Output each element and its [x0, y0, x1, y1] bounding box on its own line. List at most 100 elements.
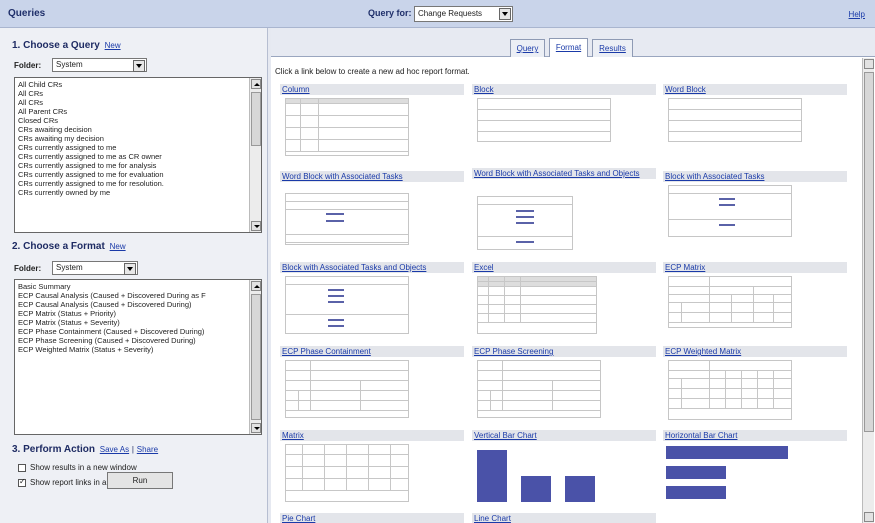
- help-link[interactable]: Help: [849, 10, 865, 19]
- list-item[interactable]: All Parent CRs: [15, 107, 261, 116]
- show-report-links-checkbox[interactable]: [18, 477, 26, 487]
- list-item[interactable]: CRs currently assigned to me as CR owner: [15, 152, 261, 161]
- list-item[interactable]: All CRs: [15, 89, 261, 98]
- format-link[interactable]: Word Block with Associated Tasks: [280, 171, 464, 182]
- run-button[interactable]: Run: [107, 472, 173, 489]
- list-item[interactable]: CRs awaiting my decision: [15, 134, 261, 143]
- scroll-thumb[interactable]: [251, 92, 261, 146]
- show-results-new-window-option[interactable]: Show results in a new window: [18, 463, 137, 472]
- new-format-link[interactable]: New: [110, 242, 126, 251]
- format-card-horizontal-bar-chart[interactable]: Horizontal Bar Chart: [663, 430, 847, 512]
- section-choose-query: 1. Choose a Query New: [12, 40, 121, 51]
- format-card-word-block[interactable]: Word Block: [663, 84, 847, 162]
- list-item[interactable]: ECP Phase Screening (Caused + Discovered…: [15, 336, 261, 345]
- format-card-word-block-tasks-objects[interactable]: Word Block with Associated Tasks and Obj…: [472, 168, 656, 256]
- format-card-ecp-weighted-matrix[interactable]: ECP Weighted Matrix: [663, 346, 847, 426]
- format-link[interactable]: Vertical Bar Chart: [472, 430, 656, 441]
- format-card-line-chart[interactable]: Line Chart: [472, 513, 656, 523]
- format-link[interactable]: Horizontal Bar Chart: [663, 430, 847, 441]
- save-as-link[interactable]: Save As: [100, 445, 129, 454]
- share-link[interactable]: Share: [137, 445, 158, 454]
- matrix-preview: [285, 444, 409, 502]
- query-list-scrollbar[interactable]: [249, 78, 261, 232]
- format-card-block-tasks-objects[interactable]: Block with Associated Tasks and Objects: [280, 262, 464, 342]
- format-link[interactable]: Matrix: [280, 430, 464, 441]
- format-list-scrollbar[interactable]: [249, 280, 261, 434]
- format-link[interactable]: ECP Phase Screening: [472, 346, 656, 357]
- format-card-word-block-tasks[interactable]: Word Block with Associated Tasks: [280, 171, 464, 256]
- ecp-matrix-preview: [668, 276, 792, 328]
- format-card-ecp-phase-containment[interactable]: ECP Phase Containment: [280, 346, 464, 426]
- tab-format[interactable]: Format: [549, 38, 588, 57]
- list-item[interactable]: CRs currently assigned to me for resolut…: [15, 179, 261, 188]
- list-item[interactable]: All Child CRs: [15, 80, 261, 89]
- query-folder-select[interactable]: System: [52, 58, 147, 72]
- format-link[interactable]: Word Block: [663, 84, 847, 95]
- format-link[interactable]: Excel: [472, 262, 656, 273]
- format-link[interactable]: ECP Weighted Matrix: [663, 346, 847, 357]
- main-scrollbar[interactable]: [862, 58, 874, 523]
- format-card-matrix[interactable]: Matrix: [280, 430, 464, 512]
- list-item[interactable]: ECP Causal Analysis (Caused + Discovered…: [15, 300, 261, 309]
- list-item[interactable]: ECP Phase Containment (Caused + Discover…: [15, 327, 261, 336]
- bar: [521, 476, 551, 502]
- format-list[interactable]: Basic Summary ECP Causal Analysis (Cause…: [14, 279, 262, 435]
- list-item[interactable]: All CRs: [15, 98, 261, 107]
- word-block-tasks-objects-preview: [477, 196, 573, 250]
- format-link[interactable]: Block with Associated Tasks: [663, 171, 847, 182]
- format-card-ecp-phase-screening[interactable]: ECP Phase Screening: [472, 346, 656, 426]
- format-link[interactable]: Column: [280, 84, 464, 95]
- query-list[interactable]: All Child CRs All CRs All CRs All Parent…: [14, 77, 262, 233]
- scroll-down-icon[interactable]: [864, 512, 874, 522]
- list-item[interactable]: CRs currently owned by me: [15, 188, 261, 197]
- format-link[interactable]: Block: [472, 84, 656, 95]
- vertical-bar-preview: [477, 448, 597, 502]
- ecp-phase-screening-preview: [477, 360, 601, 418]
- format-link[interactable]: Line Chart: [472, 513, 656, 523]
- format-link[interactable]: Word Block with Associated Tasks and Obj…: [472, 168, 656, 179]
- chevron-down-icon: [124, 263, 136, 275]
- chevron-down-icon: [499, 8, 511, 20]
- list-item[interactable]: CRs currently assigned to me for analysi…: [15, 161, 261, 170]
- tab-results[interactable]: Results: [592, 39, 633, 57]
- new-query-link[interactable]: New: [105, 41, 121, 50]
- scroll-up-icon[interactable]: [251, 79, 261, 89]
- list-item[interactable]: CRs awaiting decision: [15, 125, 261, 134]
- scroll-thumb[interactable]: [251, 294, 261, 420]
- bar: [666, 446, 788, 459]
- query-for-select[interactable]: Change Requests: [414, 6, 513, 22]
- format-link[interactable]: ECP Matrix: [663, 262, 847, 273]
- format-card-ecp-matrix[interactable]: ECP Matrix: [663, 262, 847, 342]
- format-card-pie-chart[interactable]: Pie Chart: [280, 513, 464, 523]
- list-item[interactable]: CRs currently assigned to me for evaluat…: [15, 170, 261, 179]
- list-item[interactable]: ECP Matrix (Status + Severity): [15, 318, 261, 327]
- format-link[interactable]: Pie Chart: [280, 513, 464, 523]
- list-item[interactable]: ECP Weighted Matrix (Status + Severity): [15, 345, 261, 354]
- list-item[interactable]: Basic Summary: [15, 282, 261, 291]
- scroll-down-icon[interactable]: [251, 423, 261, 433]
- scroll-up-icon[interactable]: [251, 281, 261, 291]
- tab-query[interactable]: Query: [510, 39, 545, 57]
- format-card-block-tasks[interactable]: Block with Associated Tasks: [663, 171, 847, 256]
- scroll-thumb[interactable]: [864, 72, 874, 432]
- format-folder-select[interactable]: System: [52, 261, 138, 275]
- tab-strip: Query Format Results: [271, 28, 875, 57]
- list-item[interactable]: ECP Causal Analysis (Caused + Discovered…: [15, 291, 261, 300]
- word-block-preview: [668, 98, 802, 142]
- format-card-excel[interactable]: Excel: [472, 262, 656, 342]
- scroll-down-icon[interactable]: [251, 221, 261, 231]
- block-preview: [477, 98, 611, 142]
- list-item[interactable]: Closed CRs: [15, 116, 261, 125]
- format-link[interactable]: ECP Phase Containment: [280, 346, 464, 357]
- left-panel: 1. Choose a Query New Folder: System All…: [0, 28, 268, 523]
- app-title: Queries: [8, 8, 46, 19]
- list-item[interactable]: CRs currently assigned to me: [15, 143, 261, 152]
- format-card-block[interactable]: Block: [472, 84, 656, 162]
- format-card-column[interactable]: Column: [280, 84, 464, 162]
- list-item[interactable]: ECP Matrix (Status + Priority): [15, 309, 261, 318]
- show-results-checkbox[interactable]: [18, 463, 26, 472]
- scroll-up-icon[interactable]: [864, 59, 874, 69]
- format-card-vertical-bar-chart[interactable]: Vertical Bar Chart: [472, 430, 656, 512]
- format-link[interactable]: Block with Associated Tasks and Objects: [280, 262, 464, 273]
- ecp-weighted-matrix-preview: [668, 360, 792, 420]
